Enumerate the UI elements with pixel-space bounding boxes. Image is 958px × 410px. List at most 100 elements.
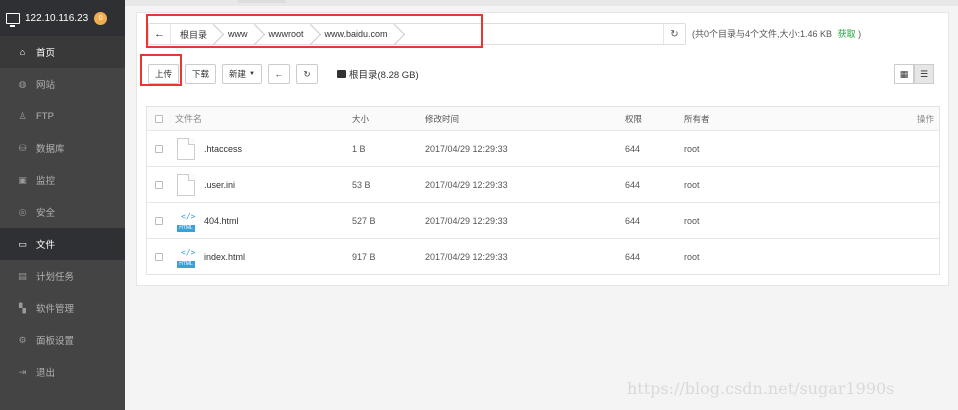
disk-label: 根目录(8.28 GB) <box>349 70 419 81</box>
file-perm[interactable]: 644 <box>625 216 640 226</box>
file-perm[interactable]: 644 <box>625 252 640 262</box>
database-icon: ⛁ <box>18 142 27 153</box>
download-button[interactable]: 下载 <box>185 64 217 84</box>
table-row[interactable]: </> HTML index.html 917 B 2017/04/29 12:2… <box>147 238 939 274</box>
top-strip-mark <box>238 0 286 3</box>
file-size: 1 B <box>352 143 366 154</box>
summary-text: (共0个目录与4个文件,大小:1.46 KB <box>692 29 833 39</box>
file-time: 2017/04/29 12:29:33 <box>425 215 508 226</box>
gear-icon: ⚙ <box>18 334 27 345</box>
monitor-icon: ▣ <box>18 174 27 185</box>
header-time[interactable]: 修改时间 <box>425 113 459 125</box>
html-file-icon: </> HTML <box>177 246 195 268</box>
sidebar-item-monitor[interactable]: ▣ 监控 <box>0 164 125 196</box>
sidebar-item-logout[interactable]: ⇥ 退出 <box>0 356 125 388</box>
calendar-icon: ▤ <box>18 270 27 281</box>
new-button-label: 新建 <box>229 69 247 79</box>
refresh-button[interactable]: ↻ <box>296 64 318 84</box>
apps-icon: ▚ <box>19 302 26 313</box>
file-table: 文件名 大小 修改时间 权限 所有者 操作 .htaccess 1 B 2017… <box>146 106 940 275</box>
row-checkbox[interactable] <box>155 144 163 153</box>
html-file-icon: </> HTML <box>177 210 195 232</box>
sidebar-item-website[interactable]: ◍ 网站 <box>0 68 125 100</box>
header-owner: 所有者 <box>684 113 710 124</box>
watermark: https://blog.csdn.net/sugar1990s <box>627 379 895 398</box>
sidebar-item-label: 首页 <box>36 48 56 59</box>
sidebar-item-security[interactable]: ◎ 安全 <box>0 196 125 228</box>
sidebar-item-label: 软件管理 <box>36 304 75 315</box>
sidebar-item-label: 监控 <box>36 176 56 187</box>
sidebar-item-cron[interactable]: ▤ 计划任务 <box>0 260 125 292</box>
sidebar-item-label: 文件 <box>36 240 56 251</box>
sidebar-item-label: 退出 <box>36 368 56 379</box>
sidebar-item-label: FTP <box>36 110 54 122</box>
table-row[interactable]: </> HTML 404.html 527 B 2017/04/29 12:29:… <box>147 202 939 238</box>
upload-highlight-box <box>140 54 182 86</box>
file-perm[interactable]: 644 <box>625 144 640 154</box>
sidebar-item-label: 计划任务 <box>36 272 75 283</box>
notification-badge[interactable]: 0 <box>94 11 108 25</box>
back-arrow-icon: ← <box>274 69 284 79</box>
sidebar-item-label: 数据库 <box>36 144 65 155</box>
header-op: 操作 <box>916 113 934 124</box>
file-icon <box>177 137 195 160</box>
globe-icon: ◍ <box>18 78 27 89</box>
monitor-icon <box>6 12 20 27</box>
sidebar-item-files[interactable]: ▭ 文件 <box>0 228 125 260</box>
row-checkbox[interactable] <box>155 216 163 225</box>
header-name[interactable]: 文件名 <box>175 112 202 125</box>
server-ip: 122.10.116.23 <box>25 12 89 24</box>
get-size-link[interactable]: 获取 <box>838 29 856 39</box>
file-owner[interactable]: root <box>684 252 700 262</box>
caret-down-icon: ▼ <box>249 71 255 77</box>
file-size: 917 B <box>352 251 376 262</box>
file-owner[interactable]: root <box>684 180 700 190</box>
file-owner[interactable]: root <box>684 216 700 226</box>
row-checkbox[interactable] <box>155 180 163 189</box>
file-name[interactable]: .user.ini <box>204 180 235 190</box>
refresh-icon[interactable]: ↻ <box>663 24 685 44</box>
sidebar: 122.10.116.23 0 ⌂ 首页 ◍ 网站 ♙ FTP ⛁ 数据库 ▣ 监控 ◎ 安… <box>0 0 125 410</box>
file-manager-panel: ← 根目录 www wwwroot www.baidu.com ↻ (共0个目录… <box>136 12 949 286</box>
path-highlight-box <box>146 14 483 48</box>
sidebar-item-label: 网站 <box>36 80 56 91</box>
table-header: 文件名 大小 修改时间 权限 所有者 操作 <box>147 107 939 130</box>
header-size[interactable]: 大小 <box>352 113 369 125</box>
file-owner[interactable]: root <box>684 144 700 154</box>
file-size: 527 B <box>352 215 376 226</box>
sidebar-item-database[interactable]: ⛁ 数据库 <box>0 132 125 164</box>
top-strip <box>125 0 958 6</box>
logout-icon: ⇥ <box>18 366 27 377</box>
file-name[interactable]: 404.html <box>204 216 239 226</box>
file-size: 53 B <box>352 179 371 190</box>
new-button[interactable]: 新建 ▼ <box>222 64 262 84</box>
file-time: 2017/04/29 12:29:33 <box>425 143 508 154</box>
table-row[interactable]: .user.ini 53 B 2017/04/29 12:29:33 644 r… <box>147 166 939 202</box>
folder-icon: ▭ <box>18 238 27 249</box>
view-toggle: ▦ ☰ <box>894 64 934 84</box>
header-perm: 权限 <box>625 113 643 124</box>
file-name[interactable]: index.html <box>204 252 245 262</box>
row-checkbox[interactable] <box>155 252 163 261</box>
sidebar-item-home[interactable]: ⌂ 首页 <box>0 36 125 68</box>
sidebar-item-ftp[interactable]: ♙ FTP <box>0 100 125 132</box>
home-icon: ⌂ <box>19 47 26 57</box>
file-icon <box>177 173 195 196</box>
select-all-checkbox[interactable] <box>155 114 163 123</box>
file-time: 2017/04/29 12:29:33 <box>425 251 508 262</box>
sidebar-item-settings[interactable]: ⚙ 面板设置 <box>0 324 125 356</box>
file-time: 2017/04/29 12:29:33 <box>425 179 508 190</box>
list-view-icon[interactable]: ☰ <box>914 64 934 84</box>
file-name[interactable]: .htaccess <box>204 144 242 154</box>
sidebar-item-label: 面板设置 <box>36 336 75 347</box>
grid-view-icon[interactable]: ▦ <box>894 64 914 84</box>
file-perm[interactable]: 644 <box>625 180 640 190</box>
refresh-icon: ↻ <box>303 68 311 79</box>
server-header[interactable]: 122.10.116.23 0 <box>0 0 125 36</box>
ftp-icon: ♙ <box>18 110 27 121</box>
disk-info[interactable]: 根目录(8.28 GB) <box>337 67 419 81</box>
back-button[interactable]: ← <box>268 64 290 84</box>
summary-close-paren: ) <box>858 29 862 39</box>
sidebar-item-software[interactable]: ▚ 软件管理 <box>0 292 125 324</box>
table-row[interactable]: .htaccess 1 B 2017/04/29 12:29:33 644 ro… <box>147 130 939 166</box>
